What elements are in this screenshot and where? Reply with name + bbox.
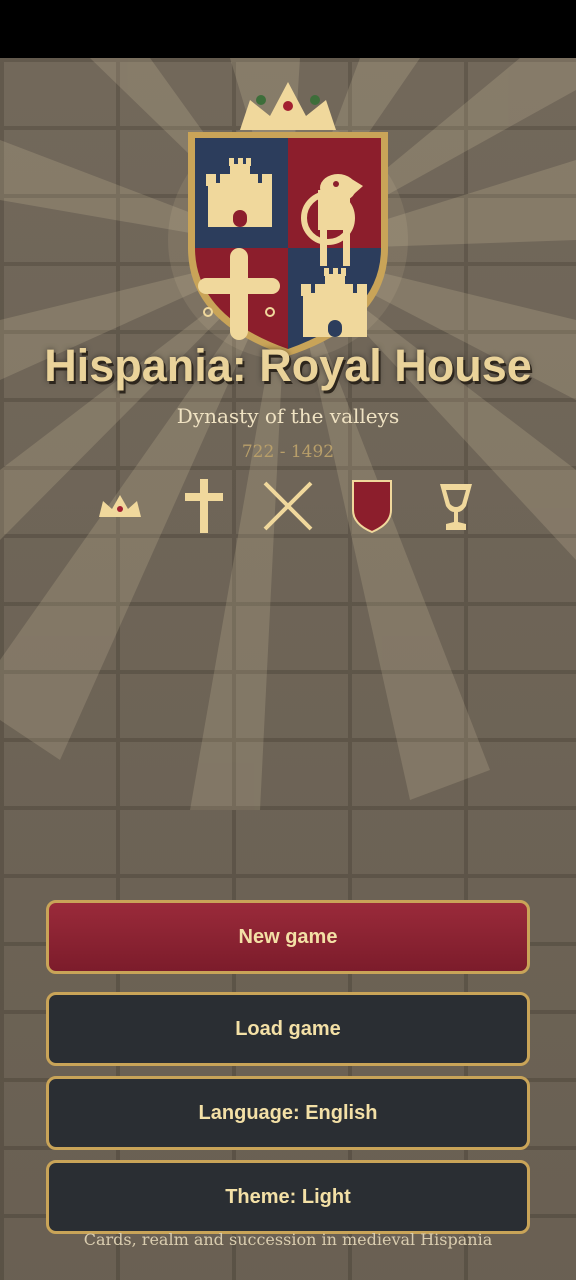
game-title: Hispania: Royal House: [44, 340, 532, 391]
heraldic-symbols-row: [0, 476, 576, 536]
crown-on-crest: [240, 82, 336, 130]
game-subtitle: Dynasty of the valleys: [176, 404, 400, 428]
language-button[interactable]: Language: English: [46, 1076, 530, 1150]
crown-icon: [96, 476, 144, 536]
new-game-button[interactable]: New game: [46, 900, 530, 974]
royal-crest: [188, 82, 388, 356]
era-years: 722 - 1492: [241, 442, 335, 462]
theme-button[interactable]: Theme: Light: [46, 1160, 530, 1234]
screen: Hispania: Royal House Dynasty of the val…: [0, 0, 576, 1280]
load-game-button[interactable]: Load game: [46, 992, 530, 1066]
footer-tagline: Cards, realm and succession in medieval …: [83, 1230, 493, 1249]
crossed-swords-icon: [260, 476, 316, 536]
shield-icon: [348, 476, 396, 536]
chalice-icon: [434, 476, 478, 536]
status-bar: [0, 0, 576, 58]
cross-icon: [182, 476, 226, 536]
